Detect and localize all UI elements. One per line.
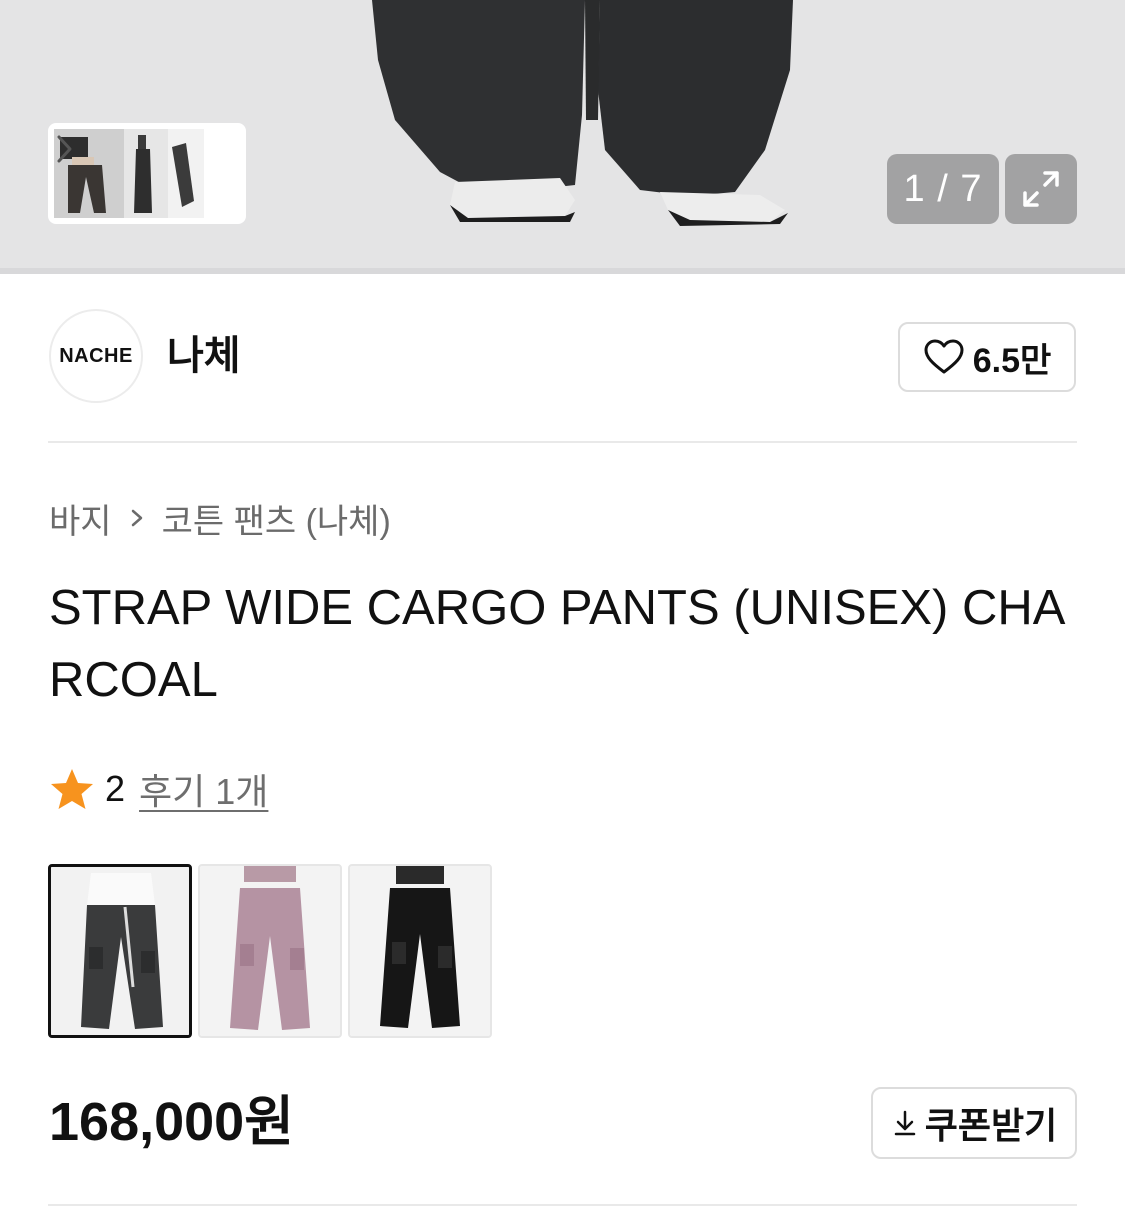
swatch-charcoal[interactable]	[48, 864, 192, 1038]
coupon-button[interactable]: 쿠폰받기	[871, 1087, 1077, 1159]
review-count-link[interactable]: 후기 1개	[139, 763, 268, 815]
gallery-thumbnails	[54, 129, 204, 218]
rating-row: 2 후기 1개	[49, 765, 268, 813]
swatch-pink[interactable]	[198, 864, 342, 1038]
expand-button[interactable]	[1005, 154, 1077, 224]
gallery-thumbnail-strip[interactable]	[48, 123, 246, 224]
brand-logo-text: NACHE	[59, 344, 133, 367]
color-swatches	[48, 864, 492, 1038]
breadcrumb-item-category[interactable]: 코튼 팬츠 (나체)	[162, 494, 391, 543]
brand-name[interactable]: 나체	[167, 332, 241, 380]
section-divider	[48, 441, 1077, 443]
like-button[interactable]: 6.5만	[898, 322, 1076, 392]
swatch-black-image	[350, 866, 490, 1036]
gallery-counter: 1 / 7	[887, 154, 999, 224]
download-icon	[894, 1110, 915, 1136]
expand-icon	[1023, 171, 1059, 207]
brand-logo[interactable]: NACHE	[49, 309, 143, 403]
product-title: STRAP WIDE CARGO PANTS (UNISEX) CHARCOAL	[49, 581, 1066, 707]
chevron-right-icon	[131, 509, 142, 527]
bottom-divider	[48, 1204, 1077, 1206]
breadcrumb-item-pants[interactable]: 바지	[49, 494, 112, 543]
star-icon	[51, 769, 93, 809]
rating-value: 2	[105, 768, 126, 809]
swatch-black[interactable]	[348, 864, 492, 1038]
heart-outline-icon	[924, 339, 964, 374]
swatch-charcoal-image	[51, 867, 189, 1035]
product-price: 168,000원	[49, 1092, 294, 1152]
breadcrumb: 바지 코튼 팬츠 (나체)	[49, 495, 391, 541]
coupon-label: 쿠폰받기	[924, 1105, 1058, 1146]
like-count: 6.5만	[972, 341, 1052, 380]
swatch-pink-image	[200, 866, 340, 1036]
hero-bottom-edge	[0, 268, 1125, 274]
chevron-right-icon[interactable]	[54, 129, 76, 169]
